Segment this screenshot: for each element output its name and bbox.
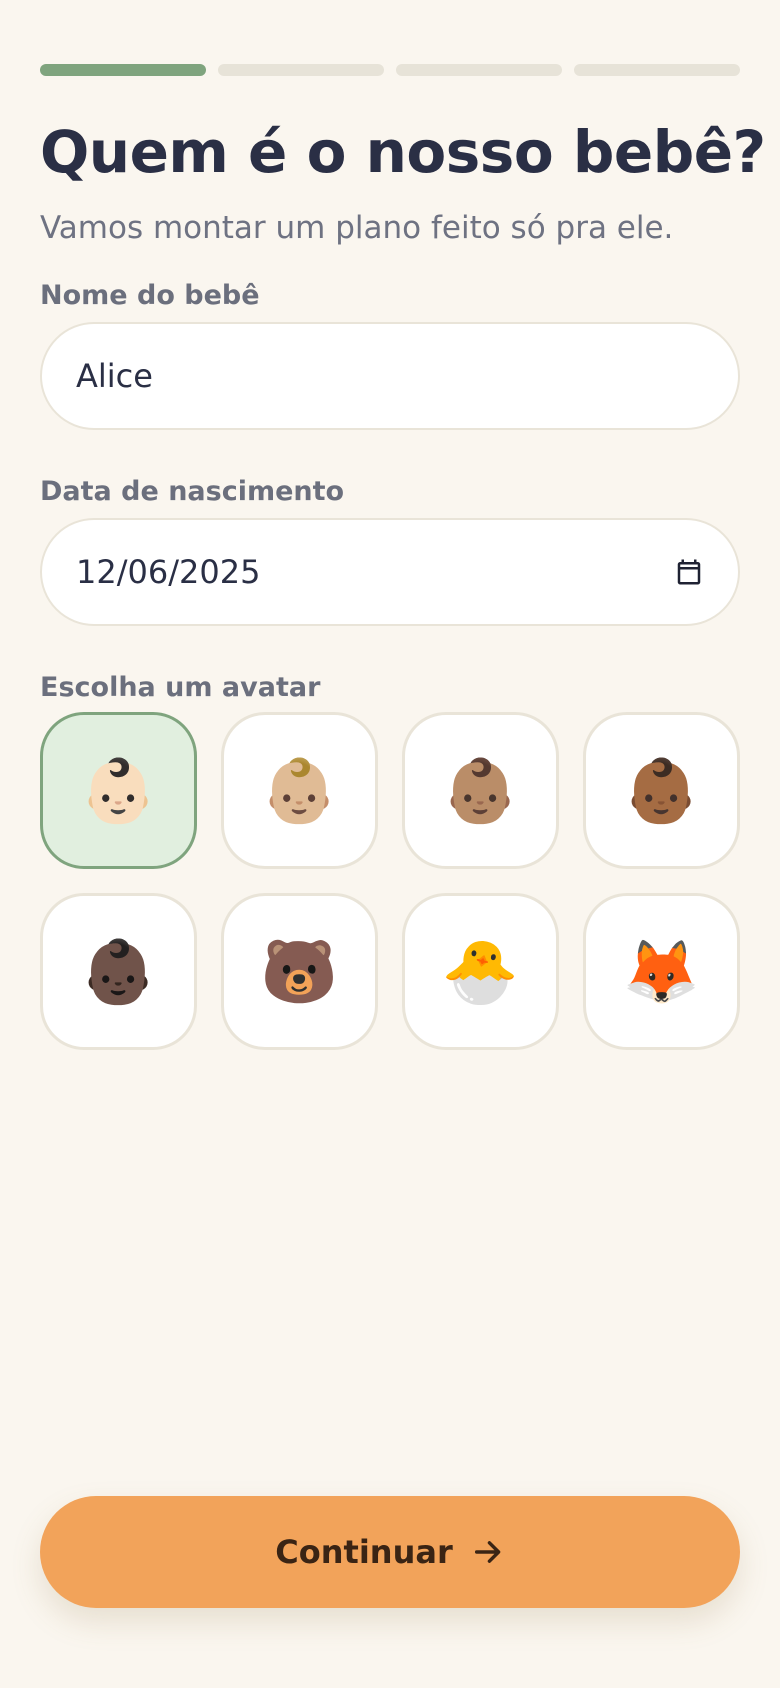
- avatar-option-baby-medium-dark[interactable]: 👶🏾: [583, 712, 740, 869]
- continue-button-label: Continuar: [275, 1533, 453, 1571]
- baby-name-input[interactable]: Alice: [40, 322, 740, 430]
- step-progress: [40, 64, 740, 76]
- birth-date-label: Data de nascimento: [40, 476, 345, 507]
- page-subtitle: Vamos montar um plano feito só pra ele.: [40, 210, 674, 246]
- avatar-option-chick[interactable]: 🐣: [402, 893, 559, 1050]
- page-title: Quem é o nosso bebê?: [40, 118, 766, 186]
- name-label: Nome do bebê: [40, 280, 260, 311]
- birth-date-value: 12/06/2025: [76, 553, 261, 591]
- arrow-right-icon: [471, 1535, 505, 1569]
- avatar-label: Escolha um avatar: [40, 672, 321, 703]
- baby-name-value: Alice: [76, 357, 153, 395]
- avatar-option-bear[interactable]: 🐻: [221, 893, 378, 1050]
- avatar-grid: 👶🏻 👶🏼 👶🏽 👶🏾 👶🏿 🐻 🐣 🦊: [40, 712, 740, 1050]
- avatar-option-baby-medium-light[interactable]: 👶🏼: [221, 712, 378, 869]
- progress-step-1: [40, 64, 206, 76]
- avatar-option-fox[interactable]: 🦊: [583, 893, 740, 1050]
- birth-date-input[interactable]: 12/06/2025: [40, 518, 740, 626]
- avatar-option-baby-light[interactable]: 👶🏻: [40, 712, 197, 869]
- calendar-icon[interactable]: [674, 557, 704, 587]
- avatar-option-baby-dark[interactable]: 👶🏿: [40, 893, 197, 1050]
- progress-step-2: [218, 64, 384, 76]
- continue-button[interactable]: Continuar: [40, 1496, 740, 1608]
- progress-step-3: [396, 64, 562, 76]
- progress-step-4: [574, 64, 740, 76]
- avatar-option-baby-medium[interactable]: 👶🏽: [402, 712, 559, 869]
